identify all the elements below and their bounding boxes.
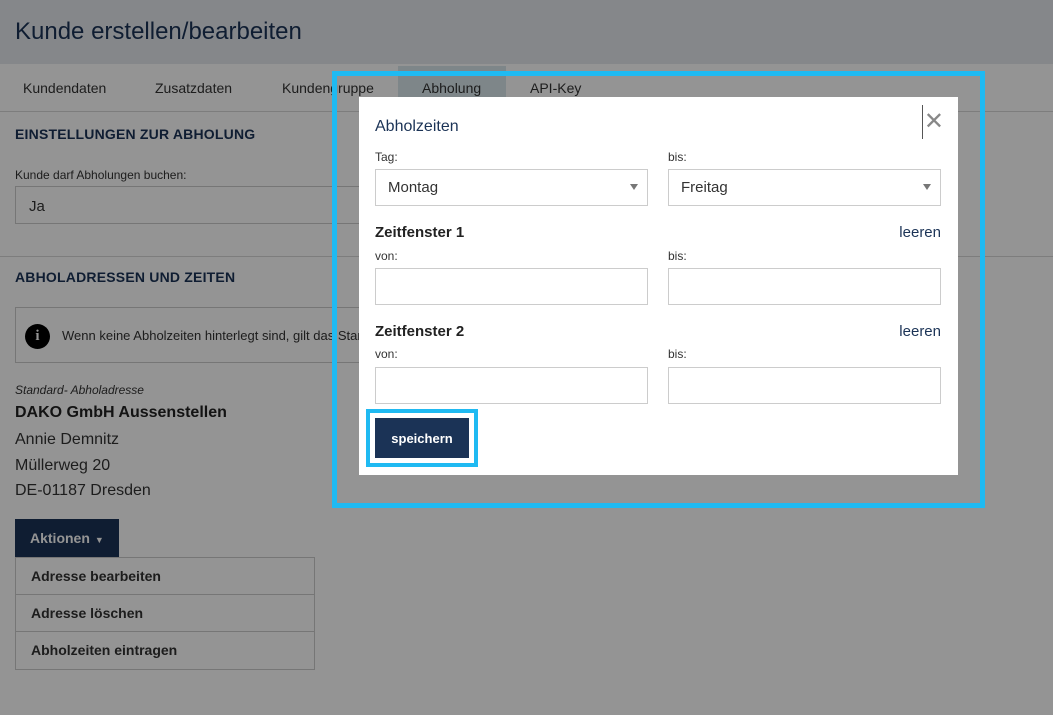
window1-clear-link[interactable]: leeren [899, 224, 941, 241]
close-icon[interactable]: ✕ [922, 105, 944, 139]
day-to-label: bis: [668, 150, 687, 164]
window1-to-input[interactable] [668, 268, 941, 305]
day-from-value: Montag [388, 179, 439, 196]
window2-to-label: bis: [668, 347, 687, 361]
save-button[interactable]: speichern [375, 418, 469, 458]
window2-from-label: von: [375, 347, 398, 361]
dropdown-arrow-icon [630, 184, 638, 190]
window2-clear-link[interactable]: leeren [899, 323, 941, 340]
day-from-select[interactable]: Montag [375, 169, 648, 206]
dropdown-arrow-icon [923, 184, 931, 190]
day-from-label: Tag: [375, 150, 398, 164]
window2-title: Zeitfenster 2 [375, 323, 465, 340]
window1-from-label: von: [375, 249, 398, 263]
day-to-value: Freitag [681, 179, 728, 196]
window1-to-label: bis: [668, 249, 687, 263]
window2-from-input[interactable] [375, 367, 648, 404]
day-to-select[interactable]: Freitag [668, 169, 941, 206]
window2-to-input[interactable] [668, 367, 941, 404]
modal-title: Abholzeiten [375, 118, 459, 135]
pickup-times-modal: Abholzeiten ✕ Tag: bis: Montag Freitag Z… [359, 97, 958, 475]
window1-from-input[interactable] [375, 268, 648, 305]
window1-title: Zeitfenster 1 [375, 224, 465, 241]
